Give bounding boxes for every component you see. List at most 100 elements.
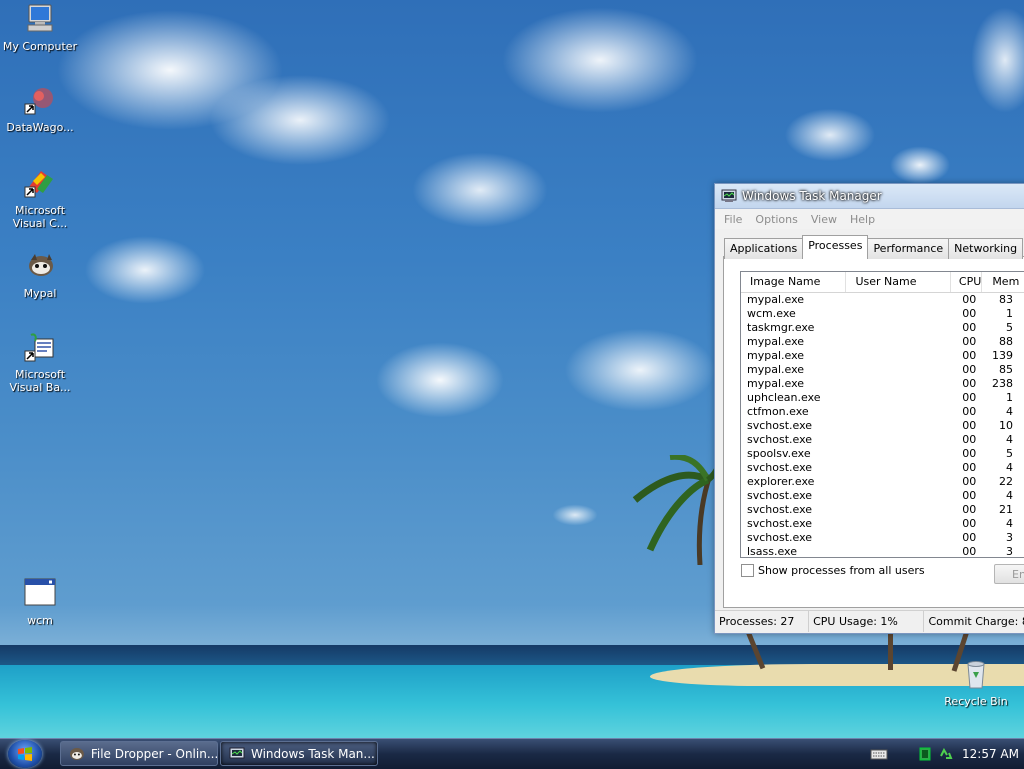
process-cpu: 00 bbox=[962, 461, 977, 474]
menu-options[interactable]: Options bbox=[748, 213, 803, 226]
process-cpu: 00 bbox=[962, 307, 977, 320]
process-image-name: svchost.exe bbox=[747, 419, 813, 432]
status-processes: Processes: 27 bbox=[715, 611, 810, 632]
show-all-users-checkbox[interactable] bbox=[741, 564, 754, 577]
table-row[interactable]: svchost.exe 00 21 bbox=[741, 503, 1024, 517]
table-row[interactable]: svchost.exe 00 4 bbox=[741, 489, 1024, 503]
clock[interactable]: 12:57 AM bbox=[962, 747, 1019, 761]
tab-networking[interactable]: Networking bbox=[948, 238, 1024, 259]
process-image-name: ctfmon.exe bbox=[747, 405, 809, 418]
process-mem: 85 bbox=[999, 363, 1013, 376]
column-cpu[interactable]: CPU bbox=[951, 272, 983, 292]
process-image-name: svchost.exe bbox=[747, 489, 813, 502]
table-row[interactable]: mypal.exe 00 88 bbox=[741, 335, 1024, 349]
table-row[interactable]: mypal.exe 00 238 bbox=[741, 377, 1024, 391]
process-image-name: svchost.exe bbox=[747, 503, 813, 516]
process-mem: 5 bbox=[1006, 447, 1013, 460]
table-row[interactable]: svchost.exe 00 4 bbox=[741, 433, 1024, 447]
table-row[interactable]: mypal.exe 00 83 bbox=[741, 293, 1024, 307]
process-image-name: svchost.exe bbox=[747, 531, 813, 544]
end-process-button[interactable]: En bbox=[994, 564, 1024, 584]
menu-help[interactable]: Help bbox=[843, 213, 881, 226]
tab-performance[interactable]: Performance bbox=[867, 238, 950, 259]
status-commit-charge: Commit Charge: 8 bbox=[928, 615, 1024, 628]
process-cpu: 00 bbox=[962, 475, 977, 488]
process-user-name bbox=[846, 293, 950, 307]
desktop-icon-visual-basic[interactable]: Microsoft Visual Ba... bbox=[1, 331, 79, 394]
menu-view[interactable]: View bbox=[804, 213, 843, 226]
process-user-name bbox=[846, 349, 950, 363]
desktop-icon-label: Mypal bbox=[23, 287, 57, 300]
process-mem: 88 bbox=[999, 335, 1013, 348]
table-row[interactable]: wcm.exe 00 1 bbox=[741, 307, 1024, 321]
table-row[interactable]: svchost.exe 00 4 bbox=[741, 517, 1024, 531]
desktop-icon-my-computer[interactable]: My Computer bbox=[1, 3, 79, 53]
process-mem: 3 bbox=[1006, 531, 1013, 544]
column-image-name[interactable]: Image Name bbox=[741, 272, 847, 292]
desktop-icon-recycle-bin[interactable]: Recycle Bin bbox=[937, 658, 1015, 708]
status-bar: Processes: 27 CPU Usage: 1% Commit Charg… bbox=[715, 610, 1024, 632]
process-image-name: mypal.exe bbox=[747, 363, 805, 376]
table-row[interactable]: svchost.exe 00 10 bbox=[741, 419, 1024, 433]
tab-applications[interactable]: Applications bbox=[724, 238, 804, 259]
process-mem: 83 bbox=[999, 293, 1013, 306]
system-tray: 12:57 AM bbox=[870, 739, 1019, 769]
process-user-name bbox=[846, 377, 950, 391]
column-user-name[interactable]: User Name bbox=[846, 272, 951, 292]
menu-bar: File Options View Help bbox=[715, 209, 1024, 229]
window-title-bar[interactable]: Windows Task Manager bbox=[715, 184, 1024, 209]
process-list[interactable]: Image Name User Name CPU Mem mypal.exe 00… bbox=[740, 271, 1024, 558]
task-manager-window[interactable]: Windows Task Manager File Options View H… bbox=[714, 183, 1024, 634]
desktop-icon-mypal[interactable]: Mypal bbox=[1, 250, 79, 300]
process-cpu: 00 bbox=[962, 405, 977, 418]
recycle-tray-icon[interactable] bbox=[938, 746, 954, 762]
process-rows: mypal.exe 00 83 wcm.exe 00 1 taskmgr.exe 00 5 myp… bbox=[741, 293, 1024, 557]
process-cpu: 00 bbox=[962, 433, 977, 446]
process-user-name bbox=[846, 461, 950, 475]
taskbar-button-task-manager[interactable]: Windows Task Man... bbox=[220, 741, 378, 766]
tab-processes[interactable]: Processes bbox=[802, 235, 869, 259]
desktop-icon-visual-c[interactable]: Microsoft Visual C... bbox=[1, 167, 79, 230]
keyboard-icon[interactable] bbox=[870, 748, 888, 760]
process-cpu: 00 bbox=[962, 321, 977, 334]
show-all-users-label: Show processes from all users bbox=[758, 564, 925, 577]
table-row[interactable]: svchost.exe 00 4 bbox=[741, 461, 1024, 475]
network-icon[interactable] bbox=[918, 746, 932, 762]
process-mem: 22 bbox=[999, 475, 1013, 488]
taskbar: File Dropper - Onlin... Windows Task Man… bbox=[0, 738, 1024, 769]
desktop-icon-datawagon[interactable]: DataWago... bbox=[1, 84, 79, 134]
desktop-icon-label: Microsoft Visual Ba... bbox=[9, 368, 71, 394]
process-cpu: 00 bbox=[962, 517, 977, 530]
table-row[interactable]: mypal.exe 00 139 bbox=[741, 349, 1024, 363]
table-row[interactable]: mypal.exe 00 85 bbox=[741, 363, 1024, 377]
process-user-name bbox=[846, 433, 950, 447]
table-row[interactable]: explorer.exe 00 22 bbox=[741, 475, 1024, 489]
table-row[interactable]: spoolsv.exe 00 5 bbox=[741, 447, 1024, 461]
table-row[interactable]: taskmgr.exe 00 5 bbox=[741, 321, 1024, 335]
process-image-name: wcm.exe bbox=[747, 307, 796, 320]
visual-basic-shortcut-icon bbox=[24, 333, 54, 362]
desktop-icon-wcm[interactable]: wcm bbox=[1, 577, 79, 627]
show-all-users-option[interactable]: Show processes from all users bbox=[741, 564, 925, 577]
process-image-name: mypal.exe bbox=[747, 293, 805, 306]
table-row[interactable]: ctfmon.exe 00 4 bbox=[741, 405, 1024, 419]
desktop-icon-label: Microsoft Visual C... bbox=[12, 204, 68, 230]
process-mem: 238 bbox=[992, 377, 1013, 390]
status-cpu-usage: CPU Usage: 1% bbox=[809, 611, 925, 632]
taskbar-button-file-dropper[interactable]: File Dropper - Onlin... bbox=[60, 741, 218, 766]
table-row[interactable]: uphclean.exe 00 1 bbox=[741, 391, 1024, 405]
desktop-icon-label: wcm bbox=[27, 614, 53, 627]
process-image-name: taskmgr.exe bbox=[747, 321, 815, 334]
menu-file[interactable]: File bbox=[717, 213, 748, 226]
column-mem[interactable]: Mem bbox=[982, 272, 1024, 292]
process-mem: 10 bbox=[999, 419, 1013, 432]
table-row[interactable]: svchost.exe 00 3 bbox=[741, 531, 1024, 545]
process-cpu: 00 bbox=[962, 335, 977, 348]
start-button[interactable] bbox=[8, 740, 42, 768]
process-mem: 1 bbox=[1006, 391, 1013, 404]
my-computer-icon bbox=[27, 4, 53, 32]
table-row[interactable]: lsass.exe 00 3 bbox=[741, 545, 1024, 557]
process-image-name: svchost.exe bbox=[747, 517, 813, 530]
process-mem: 4 bbox=[1006, 489, 1013, 502]
windows-logo-icon bbox=[18, 747, 32, 761]
